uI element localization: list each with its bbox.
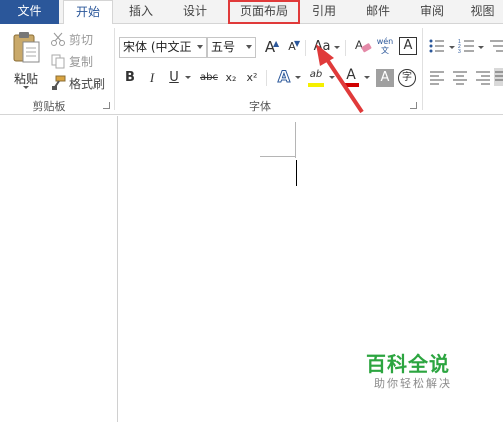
watermark-subtitle: 助你轻松解决 xyxy=(374,377,452,390)
watermark-title: 百科全说 xyxy=(366,352,450,376)
